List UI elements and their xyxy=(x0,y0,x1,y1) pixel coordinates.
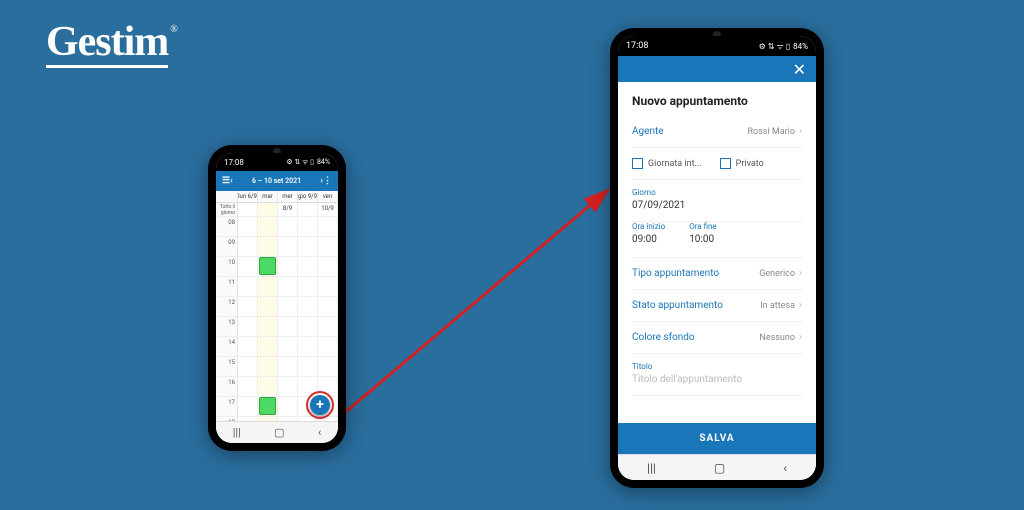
status-time: 17:08 xyxy=(224,158,244,167)
nav-home-icon[interactable]: ▢ xyxy=(714,461,725,475)
day-header[interactable]: mer 8/9 xyxy=(278,191,298,202)
overflow-icon[interactable]: ⋮ xyxy=(323,176,332,186)
menu-icon[interactable]: ☰ xyxy=(222,176,230,186)
form-title: Nuovo appuntamento xyxy=(618,82,816,116)
status-indicators-icon: ⚙ ⇅ ᯤ ▯ xyxy=(759,41,791,52)
pointer-arrow xyxy=(330,150,620,440)
calendar-date-range[interactable]: 6 – 10 set 2021 xyxy=(233,177,320,185)
status-bar: 17:08 ⚙ ⇅ ᯤ ▯ 84% xyxy=(618,36,816,56)
calendar-header: ☰ ‹ 6 – 10 set 2021 › ⋮ xyxy=(216,171,338,191)
close-icon[interactable]: ✕ xyxy=(793,60,806,79)
day-header[interactable]: gio 9/9 xyxy=(298,191,318,202)
phone-form: 17:08 ⚙ ⇅ ᯤ ▯ 84% ✕ Nuovo appuntamento A… xyxy=(610,28,824,488)
appointment-state-row[interactable]: Stato appuntamento In attesa› xyxy=(632,290,802,322)
highlight-circle xyxy=(306,391,334,419)
android-nav-bar: ||| ▢ ‹ xyxy=(618,454,816,480)
phone-calendar: 17:08 ⚙ ⇅ ᯤ ▯ 84% ☰ ‹ 6 – 10 set 2021 › … xyxy=(208,145,346,451)
nav-recents-icon[interactable]: ||| xyxy=(233,426,241,439)
nav-back-icon[interactable]: ‹ xyxy=(783,461,787,475)
bgcolor-value: Nessuno xyxy=(759,333,795,343)
save-button[interactable]: SALVA xyxy=(618,423,816,454)
status-indicators-icon: ⚙ ⇅ ᯤ ▯ xyxy=(286,158,314,167)
calendar-day-headers: lun 6/9 mar 7/9 mer 8/9 gio 9/9 ven 10/9 xyxy=(216,191,338,203)
end-time-value: 10:00 xyxy=(689,234,717,245)
day-header[interactable]: mar 7/9 xyxy=(258,191,278,202)
chevron-right-icon: › xyxy=(799,268,802,279)
start-time-field[interactable]: Ora inizio 09:00 xyxy=(632,222,665,245)
end-time-field[interactable]: Ora fine 10:00 xyxy=(689,222,717,245)
android-nav-bar: ||| ▢ ‹ xyxy=(216,421,338,443)
bg-color-row[interactable]: Colore sfondo Nessuno› xyxy=(632,322,802,354)
agent-row[interactable]: Agente Rossi Mario › xyxy=(632,116,802,148)
prev-week-icon[interactable]: ‹ xyxy=(230,176,233,186)
chevron-right-icon: › xyxy=(799,300,802,311)
status-battery: 84% xyxy=(317,158,330,166)
start-time-value: 09:00 xyxy=(632,234,665,245)
status-battery: 84% xyxy=(793,42,808,51)
status-bar: 17:08 ⚙ ⇅ ᯤ ▯ 84% xyxy=(216,153,338,171)
agent-value: Rossi Mario xyxy=(747,127,795,137)
chevron-right-icon: › xyxy=(799,332,802,343)
agent-label: Agente xyxy=(632,126,664,137)
nav-recents-icon[interactable]: ||| xyxy=(647,461,656,475)
allday-checkbox[interactable]: Giornata int... xyxy=(632,158,702,169)
calendar-event[interactable] xyxy=(259,257,276,275)
private-checkbox[interactable]: Privato xyxy=(720,158,764,169)
state-value: In attesa xyxy=(760,301,795,311)
nav-home-icon[interactable]: ▢ xyxy=(274,426,284,439)
calendar-grid[interactable]: Tutto il giorno080910111213141516171819 xyxy=(216,203,338,421)
day-value: 07/09/2021 xyxy=(632,200,802,211)
appointment-type-row[interactable]: Tipo appuntamento Generico› xyxy=(632,258,802,290)
form-topbar: ✕ xyxy=(618,56,816,82)
checkbox-row: Giornata int... Privato xyxy=(632,148,802,180)
nav-back-icon[interactable]: ‹ xyxy=(318,426,321,439)
day-header[interactable]: lun 6/9 xyxy=(238,191,258,202)
brand-logo: Gestim® xyxy=(46,18,175,68)
day-field[interactable]: Giorno 07/09/2021 xyxy=(632,180,802,222)
checkbox-icon xyxy=(720,158,731,169)
calendar-event[interactable] xyxy=(259,397,276,415)
type-value: Generico xyxy=(759,269,795,279)
title-placeholder: Titolo dell'appuntamento xyxy=(632,374,802,385)
checkbox-icon xyxy=(632,158,643,169)
chevron-right-icon: › xyxy=(799,126,802,137)
title-field[interactable]: Titolo Titolo dell'appuntamento xyxy=(632,354,802,396)
day-header[interactable]: ven 10/9 xyxy=(318,191,338,202)
status-time: 17:08 xyxy=(626,41,648,51)
